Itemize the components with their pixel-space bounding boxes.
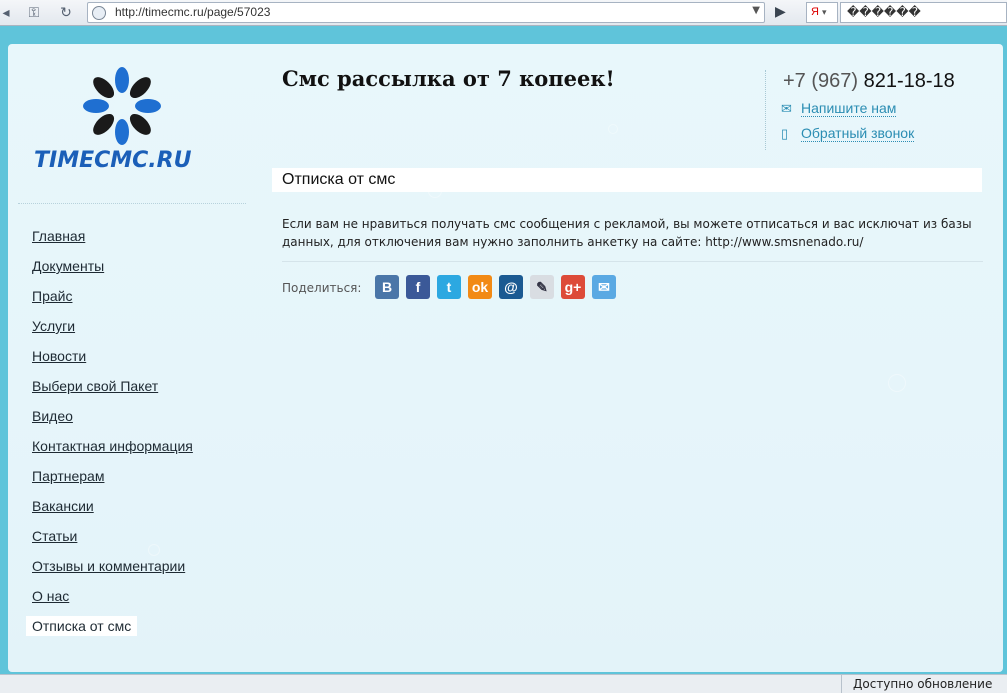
callback-link[interactable]: ▯ Обратный звонок [781,125,915,142]
chevron-down-icon: ▾ [822,7,827,17]
sidebar-link[interactable]: Главная [26,226,91,246]
write-us-link[interactable]: ✉ Напишите нам [781,100,897,117]
sidebar-item: О нас [26,586,199,616]
chevron-down-icon[interactable]: ▼ [752,5,760,16]
sidebar-link[interactable]: Прайс [26,286,78,306]
update-available-text[interactable]: Доступно обновление [841,675,992,693]
facebook-icon[interactable]: f [406,275,430,299]
sidebar-item: Вакансии [26,496,199,526]
content-title-bar: Отписка от смс [272,168,982,192]
sidebar-link[interactable]: Услуги [26,316,81,336]
callback-label[interactable]: Обратный звонок [801,125,915,142]
reload-icon[interactable]: ↻ [56,3,76,23]
phone-handset-icon: ▯ [781,126,789,141]
sidebar-link[interactable]: Отписка от смс [26,616,138,636]
sidebar-link[interactable]: Контактная информация [26,436,199,456]
sidebar-nav: Главная Документы Прайс Услуги Новости Выбери… [26,226,199,646]
sidebar-link[interactable]: О нас [26,586,75,606]
sidebar-link[interactable]: Отзывы и комментарии [26,556,191,576]
sidebar-item: Видео [26,406,199,436]
url-text[interactable]: http://timecmc.ru/page/57023 [115,5,270,19]
sidebar-item: Документы [26,256,199,286]
sidebar-link[interactable]: Вакансии [26,496,100,516]
sidebar-item: Главная [26,226,199,256]
sidebar-link[interactable]: Документы [26,256,110,276]
search-input[interactable]: ������ [840,2,1007,23]
sidebar-item: Отзывы и комментарии [26,556,199,586]
page-headline: Смс рассылка от 7 копеек! [282,66,615,91]
page-container: TIMECMC.RU Главная Документы Прайс Услуги Но… [8,44,1003,672]
header-separator [765,70,766,150]
twitter-icon[interactable]: t [437,275,461,299]
sidebar-item: Новости [26,346,199,376]
write-us-label[interactable]: Напишите нам [801,100,897,117]
content-divider [282,261,983,262]
browser-statusbar: Доступно обновление [0,674,1007,693]
key-icon[interactable]: ⚿ [22,3,46,23]
sidebar-link[interactable]: Статьи [26,526,83,546]
phone-prefix: +7 (967) [783,70,859,92]
site-logo-icon[interactable] [34,66,210,148]
decor-bubble [608,124,618,134]
sidebar-link[interactable]: Видео [26,406,79,426]
vkontakte-icon[interactable]: B [375,275,399,299]
back-icon[interactable]: ◂ [0,3,12,23]
phone-digits: 821-18-18 [863,70,955,92]
decor-bubble [888,374,906,392]
sidebar-item: Услуги [26,316,199,346]
share-label: Поделиться: [282,281,362,295]
livejournal-icon[interactable]: ✎ [530,275,554,299]
go-arrow-icon[interactable]: ▶ [775,4,786,20]
odnoklassniki-icon[interactable]: ok [468,275,492,299]
sidebar-link[interactable]: Новости [26,346,92,366]
content-text: Если вам не нравиться получать смс сообщ… [282,217,972,249]
sidebar-link[interactable]: Партнерам [26,466,110,486]
share-buttons: Bf t ok @ ✎ g+ ✉ [375,275,616,299]
mailru-icon[interactable]: @ [499,275,523,299]
google-plus-icon[interactable]: g+ [561,275,585,299]
sidebar-item: Прайс [26,286,199,316]
sidebar-item: Выбери свой Пакет [26,376,199,406]
sidebar-item: Статьи [26,526,199,556]
browser-toolbar: ◂ ⚿ ↻ http://timecmc.ru/page/57023 ▼ ▶ Я… [0,0,1007,26]
sidebar-item: Контактная информация [26,436,199,466]
sidebar-item: Отписка от смс [26,616,199,646]
search-engine-selector[interactable]: Я ▾ [806,2,838,23]
sidebar-item: Партнерам [26,466,199,496]
address-bar[interactable]: http://timecmc.ru/page/57023 ▼ [87,2,765,23]
envelope-icon: ✉ [781,101,792,116]
logo-text[interactable]: TIMECMC.RU [34,148,191,173]
content-title: Отписка от смс [282,171,396,188]
search-engine-label: Я [811,6,819,18]
sidebar-link[interactable]: Выбери свой Пакет [26,376,164,396]
globe-icon [92,6,106,20]
phone-number: +7 (967) 821-18-18 [783,70,955,93]
sidebar-divider [18,203,246,204]
email-icon[interactable]: ✉ [592,275,616,299]
